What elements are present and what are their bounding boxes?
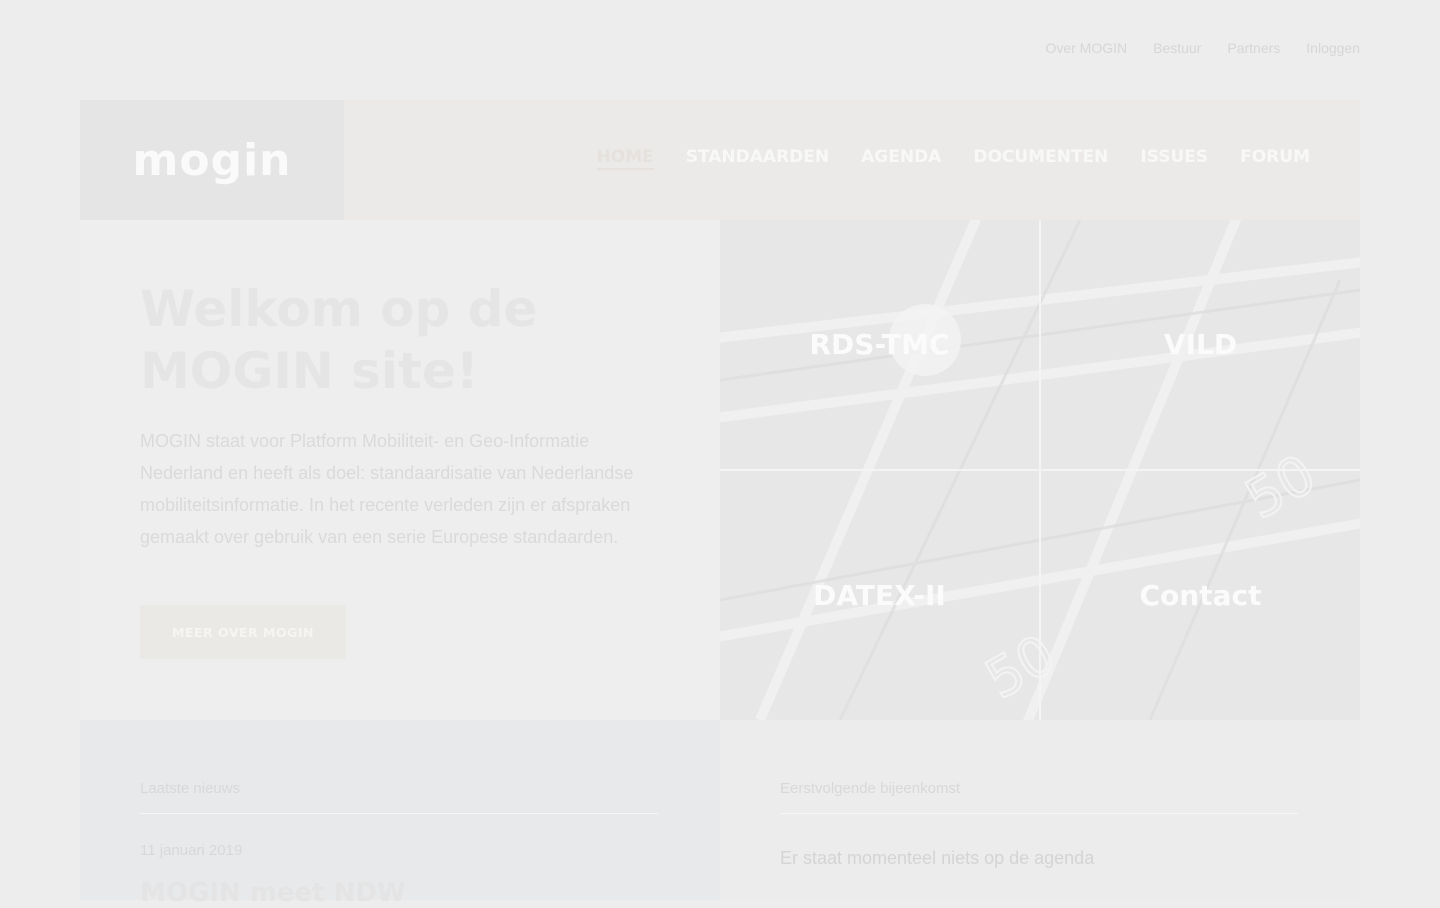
nav-item-forum[interactable]: FORUM [1240,147,1310,170]
nav-item-agenda[interactable]: AGENDA [861,147,941,170]
news-title-link[interactable]: MOGIN meet NDW [140,878,406,908]
top-nav-bestuur[interactable]: Bestuur [1153,40,1201,56]
nav-item-home[interactable]: HOME [596,147,654,170]
tile-contact[interactable]: Contact [1041,471,1360,720]
nav-item-documenten[interactable]: DOCUMENTEN [973,147,1108,170]
hero-text: MOGIN staat voor Platform Mobiliteit- en… [140,431,634,547]
more-about-mogin-button[interactable]: MEER OVER MOGIN [140,605,346,659]
nav-item-issues[interactable]: ISSUES [1140,147,1208,170]
news-date: 11 januari 2019 [140,842,243,859]
divider [140,813,658,814]
tile-vild[interactable]: VILD [1041,220,1360,469]
events-empty-message: Er staat momenteel niets op de agenda [780,848,1095,868]
site-logo: mogin [132,134,292,186]
top-nav-partners[interactable]: Partners [1227,40,1280,56]
logo-link[interactable]: mogin [80,100,344,220]
tile-datex-ii[interactable]: DATEX-II [720,471,1039,720]
hero-title: Welkom op de MOGIN site! [140,280,538,400]
latest-news-panel: Laatste nieuws 11 januari 2019 MOGIN mee… [80,720,720,908]
events-heading: Eerstvolgende bijeenkomst [780,780,961,797]
main-nav: HOME STANDAARDEN AGENDA DOCUMENTEN ISSUE… [596,147,1310,170]
top-nav-over-mogin[interactable]: Over MOGIN [1045,40,1127,56]
divider [780,813,1298,814]
tile-label: Contact [1139,579,1262,612]
tile-rds-tmc[interactable]: RDS-TMC [720,220,1039,469]
site-header: mogin HOME STANDAARDEN AGENDA DOCUMENTEN… [80,100,1360,220]
next-meeting-panel: Eerstvolgende bijeenkomst Er staat momen… [720,720,1360,900]
nav-item-standaarden[interactable]: STANDAARDEN [686,147,829,170]
tile-label: DATEX-II [813,579,946,612]
standards-tiles: 50 50 RDS-TMC VILD DATEX-II Contact [720,220,1360,720]
top-nav: Over MOGIN Bestuur Partners Inloggen [1045,40,1360,56]
tile-label: RDS-TMC [809,328,950,361]
top-nav-inloggen[interactable]: Inloggen [1306,40,1360,56]
hero-section: Welkom op de MOGIN site! MOGIN staat voo… [80,220,720,720]
news-heading: Laatste nieuws [140,780,241,797]
tile-label: VILD [1163,328,1238,361]
